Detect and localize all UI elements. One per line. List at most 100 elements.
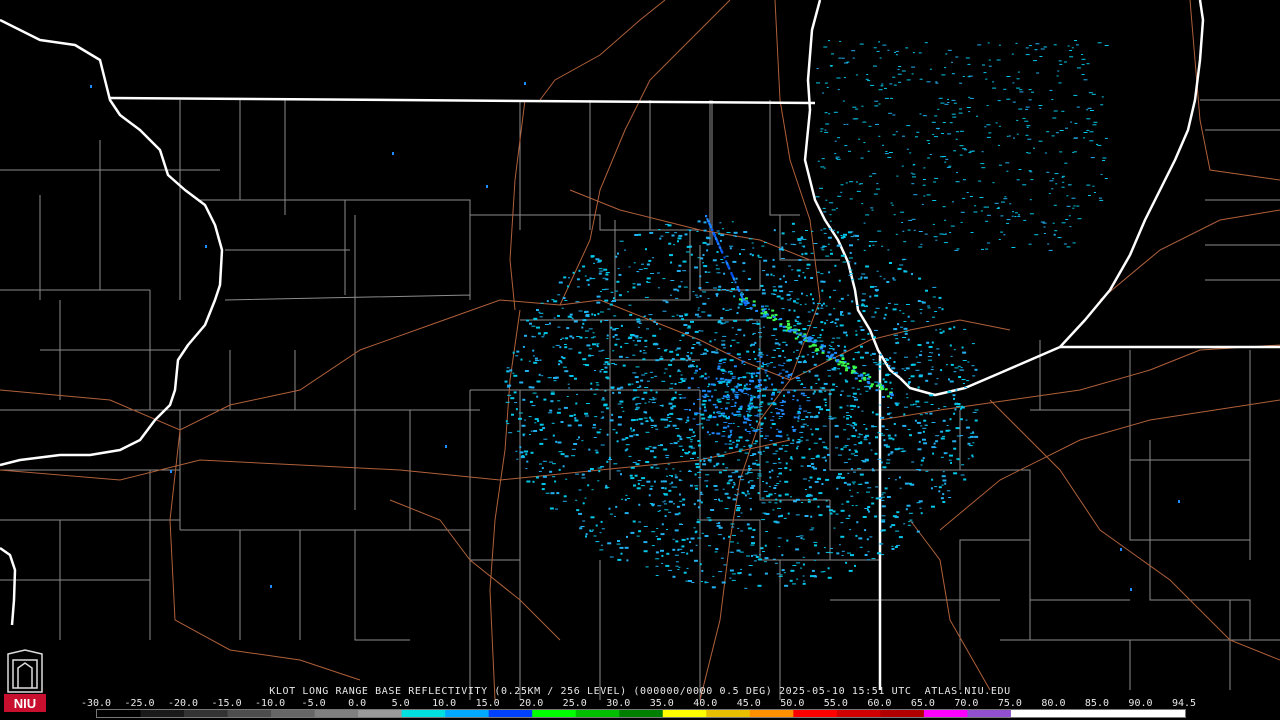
echo-pixel xyxy=(608,456,611,459)
echo-pixel xyxy=(874,381,879,383)
echo-pixel xyxy=(543,438,548,440)
echo-pixel xyxy=(805,295,808,297)
echo-pixel xyxy=(838,300,841,302)
echo-pixel xyxy=(823,167,826,169)
echo-pixel xyxy=(960,367,963,369)
echo-pixel xyxy=(736,353,741,356)
echo-pixel xyxy=(866,74,869,75)
echo-pixel xyxy=(674,554,679,556)
echo-pixel xyxy=(874,105,879,107)
echo-pixel xyxy=(907,315,910,318)
echo-pixel xyxy=(973,211,978,213)
echo-pixel xyxy=(933,442,936,445)
echo-pixel xyxy=(1018,169,1022,170)
echo-pixel xyxy=(974,205,977,207)
echo-pixel xyxy=(791,222,795,225)
echo-pixel xyxy=(747,468,752,469)
echo-pixel xyxy=(811,340,815,343)
echo-pixel xyxy=(756,321,759,323)
echo-pixel xyxy=(676,418,681,420)
echo-pixel xyxy=(730,388,735,391)
echo-pixel xyxy=(821,289,824,292)
echo-pixel xyxy=(1101,96,1104,98)
echo-pixel xyxy=(938,490,941,493)
echo-pixel xyxy=(724,371,727,373)
echo-pixel xyxy=(935,127,940,129)
echo-pixel xyxy=(795,377,800,379)
echo-pixel xyxy=(945,233,947,235)
echo-pixel xyxy=(532,355,535,357)
echo-pixel xyxy=(817,160,820,162)
echo-pixel xyxy=(931,352,934,354)
echo-pixel xyxy=(578,269,581,272)
echo-pixel xyxy=(722,372,725,374)
echo-pixel xyxy=(605,273,609,276)
echo-pixel xyxy=(816,303,821,305)
echo-pixel xyxy=(824,131,829,133)
echo-pixel xyxy=(783,572,786,574)
echo-pixel xyxy=(560,421,564,423)
echo-pixel xyxy=(823,398,827,401)
echo-pixel xyxy=(1029,213,1034,215)
echo-pixel xyxy=(871,411,874,414)
echo-pixel xyxy=(712,403,716,405)
echo-pixel xyxy=(651,427,654,428)
echo-pixel xyxy=(808,480,811,482)
echo-pixel xyxy=(698,287,702,289)
echo-pixel xyxy=(1097,144,1102,146)
echo-pixel xyxy=(645,411,648,414)
echo-pixel xyxy=(741,249,746,251)
echo-pixel xyxy=(815,383,818,384)
echo-pixel xyxy=(770,411,773,413)
echo-pixel xyxy=(590,516,595,519)
echo-pixel xyxy=(772,258,775,261)
echo-pixel xyxy=(781,400,786,403)
echo-pixel xyxy=(694,266,698,269)
echo-pixel xyxy=(892,134,896,136)
echo-pixel xyxy=(685,251,690,253)
echo-pixel xyxy=(825,500,828,502)
echo-pixel xyxy=(1074,122,1078,124)
echo-pixel xyxy=(831,341,834,343)
echo-pixel xyxy=(830,249,833,251)
echo-pixel xyxy=(795,514,800,516)
echo-pixel xyxy=(618,416,622,419)
echo-pixel xyxy=(726,393,729,396)
echo-pixel xyxy=(922,438,926,441)
echo-pixel xyxy=(1073,151,1077,153)
colorbar-segment xyxy=(923,710,968,717)
echo-pixel xyxy=(764,572,768,575)
echo-pixel xyxy=(765,273,769,276)
echo-pixel xyxy=(802,575,805,577)
echo-pixel xyxy=(888,374,891,375)
echo-pixel xyxy=(713,411,716,414)
echo-pixel xyxy=(672,424,677,427)
echo-pixel xyxy=(816,478,821,480)
echo-pixel xyxy=(848,257,853,259)
echo-pixel xyxy=(553,300,558,303)
echo-pixel xyxy=(827,375,831,377)
echo-pixel xyxy=(738,475,741,478)
echo-pixel xyxy=(727,372,730,374)
echo-pixel xyxy=(730,523,735,525)
echo-pixel xyxy=(820,273,824,275)
echo-pixel xyxy=(690,320,694,323)
echo-pixel xyxy=(824,82,828,84)
echo-pixel xyxy=(558,360,562,363)
echo-pixel xyxy=(915,356,918,358)
echo-pixel xyxy=(817,378,820,381)
echo-pixel xyxy=(911,73,914,75)
echo-pixel xyxy=(736,549,741,552)
echo-pixel xyxy=(898,81,902,83)
echo-pixel xyxy=(859,393,862,395)
echo-pixel xyxy=(604,320,609,321)
echo-pixel xyxy=(735,495,738,497)
echo-pixel xyxy=(718,498,720,501)
echo-pixel xyxy=(615,505,618,508)
echo-pixel xyxy=(810,386,813,387)
echo-pixel xyxy=(552,463,556,465)
echo-pixel xyxy=(1053,44,1057,46)
echo-pixel xyxy=(1076,205,1080,207)
echo-pixel xyxy=(956,172,958,174)
echo-pixel xyxy=(721,581,726,584)
